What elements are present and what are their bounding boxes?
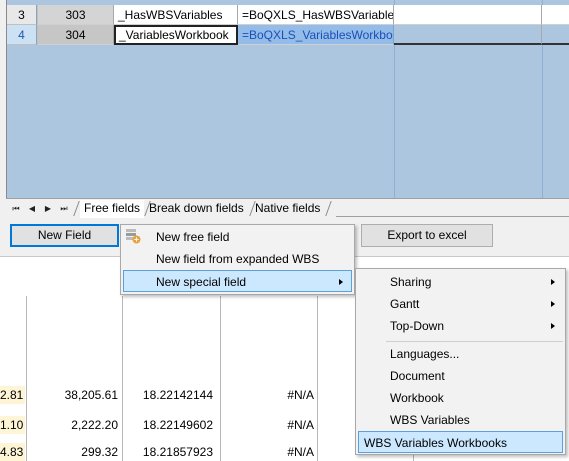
grid-row[interactable]: 3 303 _HasWBSVariables =BoQXLS_HasWBSVar… bbox=[7, 5, 569, 25]
menu-item-label: Document bbox=[390, 369, 445, 383]
sheet-cell[interactable]: #N/A bbox=[221, 416, 317, 434]
empty-cell[interactable] bbox=[542, 5, 569, 25]
menu-item-label: New special field bbox=[156, 275, 247, 289]
menu-item-top-down[interactable]: Top-Down bbox=[358, 315, 563, 337]
menu-item-label: Gantt bbox=[390, 297, 420, 311]
menu-item-document[interactable]: Document bbox=[358, 365, 563, 387]
submenu-arrow-icon bbox=[339, 279, 343, 285]
new-field-button[interactable]: New Field bbox=[10, 224, 119, 247]
tab-divider bbox=[73, 201, 80, 216]
fields-grid[interactable]: 3 303 _HasWBSVariables =BoQXLS_HasWBSVar… bbox=[6, 0, 569, 198]
submenu-arrow-icon bbox=[551, 301, 555, 307]
submenu-arrow-icon bbox=[551, 279, 555, 285]
menu-item-new-special-field[interactable]: New special field bbox=[123, 270, 352, 292]
column-divider bbox=[317, 296, 318, 461]
menu-item-new-field-from-expanded-wbs[interactable]: New field from expanded WBS bbox=[123, 248, 352, 270]
sheet-cell[interactable]: #N/A bbox=[221, 443, 317, 461]
menu-item-label: Languages... bbox=[390, 347, 460, 361]
sheet-cell[interactable]: 38,205.61 bbox=[27, 386, 121, 404]
menu-item-workbook[interactable]: Workbook bbox=[358, 387, 563, 409]
row-header[interactable]: 3 bbox=[7, 5, 37, 25]
sheet-cell[interactable]: 1.10 bbox=[0, 416, 25, 434]
export-to-excel-button[interactable]: Export to excel bbox=[361, 224, 493, 247]
new-field-menu: New free field New field from expanded W… bbox=[120, 224, 355, 295]
last-sheet-icon[interactable]: ⏭ bbox=[58, 202, 70, 215]
menu-item-label: WBS Variables bbox=[390, 413, 470, 427]
field-name-cell[interactable]: _VariablesWorkbook bbox=[114, 25, 238, 45]
next-sheet-icon[interactable]: ▶ bbox=[42, 202, 54, 215]
sheet-cell[interactable]: 18.22149602 bbox=[123, 416, 219, 434]
tab-divider bbox=[325, 201, 332, 216]
menu-item-wbs-variables-workbooks[interactable]: WBS Variables Workbooks bbox=[358, 431, 563, 453]
tab-free-fields[interactable]: Free fields bbox=[80, 200, 145, 218]
tab-break-down-fields[interactable]: Break down fields bbox=[145, 200, 248, 218]
column-divider bbox=[220, 296, 221, 461]
tab-native-fields[interactable]: Native fields bbox=[251, 200, 324, 218]
sheet-cell[interactable]: 299.32 bbox=[27, 443, 121, 461]
menu-item-label: Sharing bbox=[390, 275, 432, 289]
fields-dialog: 3 303 _HasWBSVariables =BoQXLS_HasWBSVar… bbox=[0, 0, 569, 257]
empty-cell[interactable] bbox=[542, 25, 569, 45]
submenu-arrow-icon bbox=[551, 323, 555, 329]
sheet-cell[interactable]: 4.83 bbox=[0, 443, 25, 461]
empty-cell[interactable] bbox=[394, 25, 542, 45]
menu-item-label: Top-Down bbox=[390, 319, 445, 333]
menu-separator bbox=[386, 341, 563, 342]
field-formula-cell[interactable]: =BoQXLS_VariablesWorkbook bbox=[238, 25, 394, 45]
menu-item-new-free-field[interactable]: New free field bbox=[123, 226, 352, 248]
special-field-submenu: Sharing Gantt Top-Down Languages... Docu… bbox=[355, 268, 566, 455]
field-name-cell[interactable]: _HasWBSVariables bbox=[114, 5, 238, 25]
menu-item-languages[interactable]: Languages... bbox=[358, 343, 563, 365]
row-header[interactable]: 4 bbox=[7, 25, 37, 45]
menu-item-gantt[interactable]: Gantt bbox=[358, 293, 563, 315]
first-sheet-icon[interactable]: ⏮ bbox=[10, 202, 22, 215]
menu-item-label: New free field bbox=[156, 230, 230, 244]
sheet-tab-bar: ⏮ ◀ ▶ ⏭ Free fields Break down fields Na… bbox=[6, 198, 569, 218]
sheet-cell[interactable]: 18.21857923 bbox=[123, 443, 219, 461]
field-id-cell[interactable]: 303 bbox=[38, 5, 114, 25]
grid-row-selected[interactable]: 4 304 _VariablesWorkbook =BoQXLS_Variabl… bbox=[7, 25, 569, 45]
empty-cell[interactable] bbox=[394, 5, 542, 25]
field-formula-cell[interactable]: =BoQXLS_HasWBSVariables bbox=[238, 5, 394, 25]
prev-sheet-icon[interactable]: ◀ bbox=[26, 202, 38, 215]
menu-item-label: New field from expanded WBS bbox=[156, 252, 320, 266]
field-id-cell[interactable]: 304 bbox=[38, 25, 114, 45]
column-divider bbox=[122, 296, 123, 461]
sheet-cell[interactable]: 18.22142144 bbox=[123, 386, 219, 404]
tab-strip-line bbox=[336, 216, 569, 217]
column-divider bbox=[26, 296, 27, 461]
menu-item-label: WBS Variables Workbooks bbox=[364, 436, 507, 450]
menu-item-label: Workbook bbox=[390, 391, 444, 405]
sheet-cell[interactable]: 2.81 bbox=[0, 386, 25, 404]
menu-item-sharing[interactable]: Sharing bbox=[358, 271, 563, 293]
menu-item-wbs-variables[interactable]: WBS Variables bbox=[358, 409, 563, 431]
sheet-cell[interactable]: #N/A bbox=[221, 386, 317, 404]
sheet-cell[interactable]: 2,222.20 bbox=[27, 416, 121, 434]
